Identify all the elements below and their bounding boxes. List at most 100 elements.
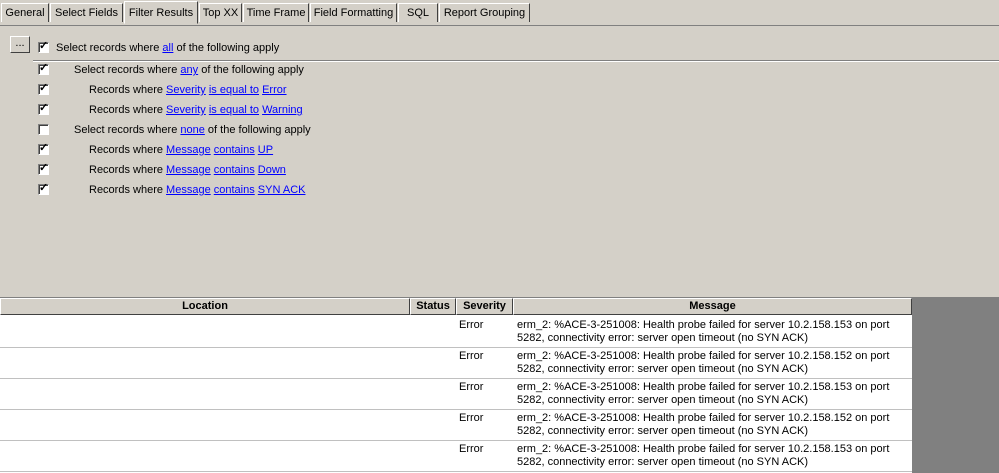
column-header-location[interactable]: Location xyxy=(0,298,410,315)
cell-severity: Error xyxy=(459,350,484,362)
rule-link[interactable]: UP xyxy=(258,144,273,156)
rule-link[interactable]: Warning xyxy=(262,104,303,116)
tab-filter-results[interactable]: Filter Results xyxy=(124,1,198,24)
message-line: erm_2: %ACE-3-251008: Health probe faile… xyxy=(517,381,890,393)
cell-message: erm_2: %ACE-3-251008: Health probe faile… xyxy=(517,381,907,407)
rule-text: Records where Message contains Down xyxy=(89,162,286,178)
rule-checkbox[interactable]: ✓ xyxy=(38,142,49,155)
rule-static-text: Records where xyxy=(89,144,167,156)
rule-text: Records where Message contains UP xyxy=(89,142,273,158)
rule-link[interactable]: Error xyxy=(262,84,286,96)
message-line: 5282, connectivity error: server open ti… xyxy=(517,363,809,375)
rule-link[interactable]: is equal to xyxy=(209,104,259,116)
rule-text: Select records where all of the followin… xyxy=(56,40,279,56)
message-line: erm_2: %ACE-3-251008: Health probe faile… xyxy=(517,319,890,331)
cell-severity: Error xyxy=(459,412,484,424)
column-header-message[interactable]: Message xyxy=(513,298,912,315)
rule-link[interactable]: all xyxy=(162,42,173,54)
tab-sql[interactable]: SQL xyxy=(398,3,438,22)
rule-link[interactable]: Message xyxy=(166,164,211,176)
rule-link[interactable]: Severity xyxy=(166,104,206,116)
rule-link[interactable]: SYN ACK xyxy=(258,184,306,196)
rule-static-text: of the following apply xyxy=(204,124,311,136)
cell-message: erm_2: %ACE-3-251008: Health probe faile… xyxy=(517,319,907,345)
rule-link[interactable]: Severity xyxy=(166,84,206,96)
rule-link[interactable]: is equal to xyxy=(209,84,259,96)
tab-time-frame[interactable]: Time Frame xyxy=(243,3,309,22)
table-row[interactable]: Error erm_2: %ACE-3-251008: Health probe … xyxy=(0,410,912,441)
cell-severity: Error xyxy=(459,443,484,455)
message-line: erm_2: %ACE-3-251008: Health probe faile… xyxy=(517,350,890,362)
filter-rule-row: Select records where none of the followi… xyxy=(0,122,999,138)
rule-static-text: of the following apply xyxy=(173,42,280,54)
checkmark-icon: ✓ xyxy=(39,162,49,174)
message-line: erm_2: %ACE-3-251008: Health probe faile… xyxy=(517,443,890,455)
message-line: 5282, connectivity error: server open ti… xyxy=(517,456,809,468)
checkmark-icon: ✓ xyxy=(39,102,49,114)
panel-splitter[interactable] xyxy=(0,289,999,298)
filter-rule-row: ✓ Select records where all of the followi… xyxy=(0,40,999,56)
column-header-severity[interactable]: Severity xyxy=(456,298,513,315)
cell-severity: Error xyxy=(459,319,484,331)
rule-static-text: Records where xyxy=(89,84,167,96)
rule-link[interactable]: contains xyxy=(214,184,255,196)
rule-link[interactable]: Message xyxy=(166,144,211,156)
filter-rule-row: ✓ Records where Severity is equal to Warn… xyxy=(0,102,999,118)
filter-rule-row: ✓ Records where Message contains Down xyxy=(0,162,999,178)
checkmark-icon: ✓ xyxy=(39,182,49,194)
filter-rule-row: ✓ Records where Message contains UP xyxy=(0,142,999,158)
rule-checkbox[interactable]: ✓ xyxy=(38,162,49,175)
checkmark-icon: ✓ xyxy=(39,62,49,74)
tab-top-xx[interactable]: Top XX xyxy=(199,3,242,22)
message-line: 5282, connectivity error: server open ti… xyxy=(517,425,809,437)
tab-select-fields[interactable]: Select Fields xyxy=(50,3,123,22)
rule-text: Records where Severity is equal to Warni… xyxy=(89,102,303,118)
filter-rule-row: ✓ Select records where any of the followi… xyxy=(0,62,999,78)
rule-checkbox[interactable]: ✓ xyxy=(38,82,49,95)
rule-text: Records where Severity is equal to Error xyxy=(89,82,287,98)
tab-field-formatting[interactable]: Field Formatting xyxy=(310,3,397,22)
rule-link[interactable]: any xyxy=(180,64,198,76)
tab-strip: General Select Fields Filter Results Top… xyxy=(0,0,999,26)
table-row[interactable]: Error erm_2: %ACE-3-251008: Health probe … xyxy=(0,441,912,472)
rule-static-text: Records where xyxy=(89,104,167,116)
rule-static-text: of the following apply xyxy=(198,64,304,76)
rule-link[interactable]: contains xyxy=(214,144,255,156)
rule-static-text: Records where xyxy=(89,184,167,196)
results-grid: Location Status Severity Message Error er… xyxy=(0,298,912,473)
rule-text: Records where Message contains SYN ACK xyxy=(89,182,305,198)
rule-text: Select records where none of the followi… xyxy=(74,122,311,138)
table-row[interactable]: Error erm_2: %ACE-3-251008: Health probe … xyxy=(0,379,912,410)
table-row[interactable]: Error erm_2: %ACE-3-251008: Health probe … xyxy=(0,317,912,348)
table-row[interactable]: Error erm_2: %ACE-3-251008: Health probe … xyxy=(0,348,912,379)
checkmark-icon: ✓ xyxy=(39,40,49,52)
rule-static-text: Select records where xyxy=(56,42,163,54)
filter-rule-row: ✓ Records where Severity is equal to Erro… xyxy=(0,82,999,98)
rule-checkbox[interactable]: ✓ xyxy=(38,40,49,53)
rule-checkbox[interactable]: ✓ xyxy=(38,182,49,195)
message-line: 5282, connectivity error: server open ti… xyxy=(517,332,809,344)
column-header-status[interactable]: Status xyxy=(410,298,456,315)
cell-message: erm_2: %ACE-3-251008: Health probe faile… xyxy=(517,350,907,376)
message-line: erm_2: %ACE-3-251008: Health probe faile… xyxy=(517,412,890,424)
tab-report-grouping[interactable]: Report Grouping xyxy=(439,3,530,22)
rule-static-text: Select records where xyxy=(74,64,181,76)
message-line: 5282, connectivity error: server open ti… xyxy=(517,394,809,406)
checkmark-icon: ✓ xyxy=(39,142,49,154)
rule-checkbox[interactable] xyxy=(38,124,49,135)
cell-message: erm_2: %ACE-3-251008: Health probe faile… xyxy=(517,443,907,469)
tab-general[interactable]: General xyxy=(1,3,49,22)
cell-message: erm_2: %ACE-3-251008: Health probe faile… xyxy=(517,412,907,438)
rule-link[interactable]: contains xyxy=(214,164,255,176)
rule-link[interactable]: none xyxy=(180,124,204,136)
filter-rule-row: ✓ Records where Message contains SYN ACK xyxy=(0,182,999,198)
rule-checkbox[interactable]: ✓ xyxy=(38,62,49,75)
rule-link[interactable]: Message xyxy=(166,184,211,196)
filter-rules-panel: ... ✓ Select records where all of the fol… xyxy=(0,25,999,290)
rule-static-text: Select records where xyxy=(74,124,181,136)
rule-checkbox[interactable]: ✓ xyxy=(38,102,49,115)
rule-text: Select records where any of the followin… xyxy=(74,62,304,78)
checkmark-icon: ✓ xyxy=(39,82,49,94)
rule-link[interactable]: Down xyxy=(258,164,286,176)
grid-empty-area xyxy=(912,298,999,473)
